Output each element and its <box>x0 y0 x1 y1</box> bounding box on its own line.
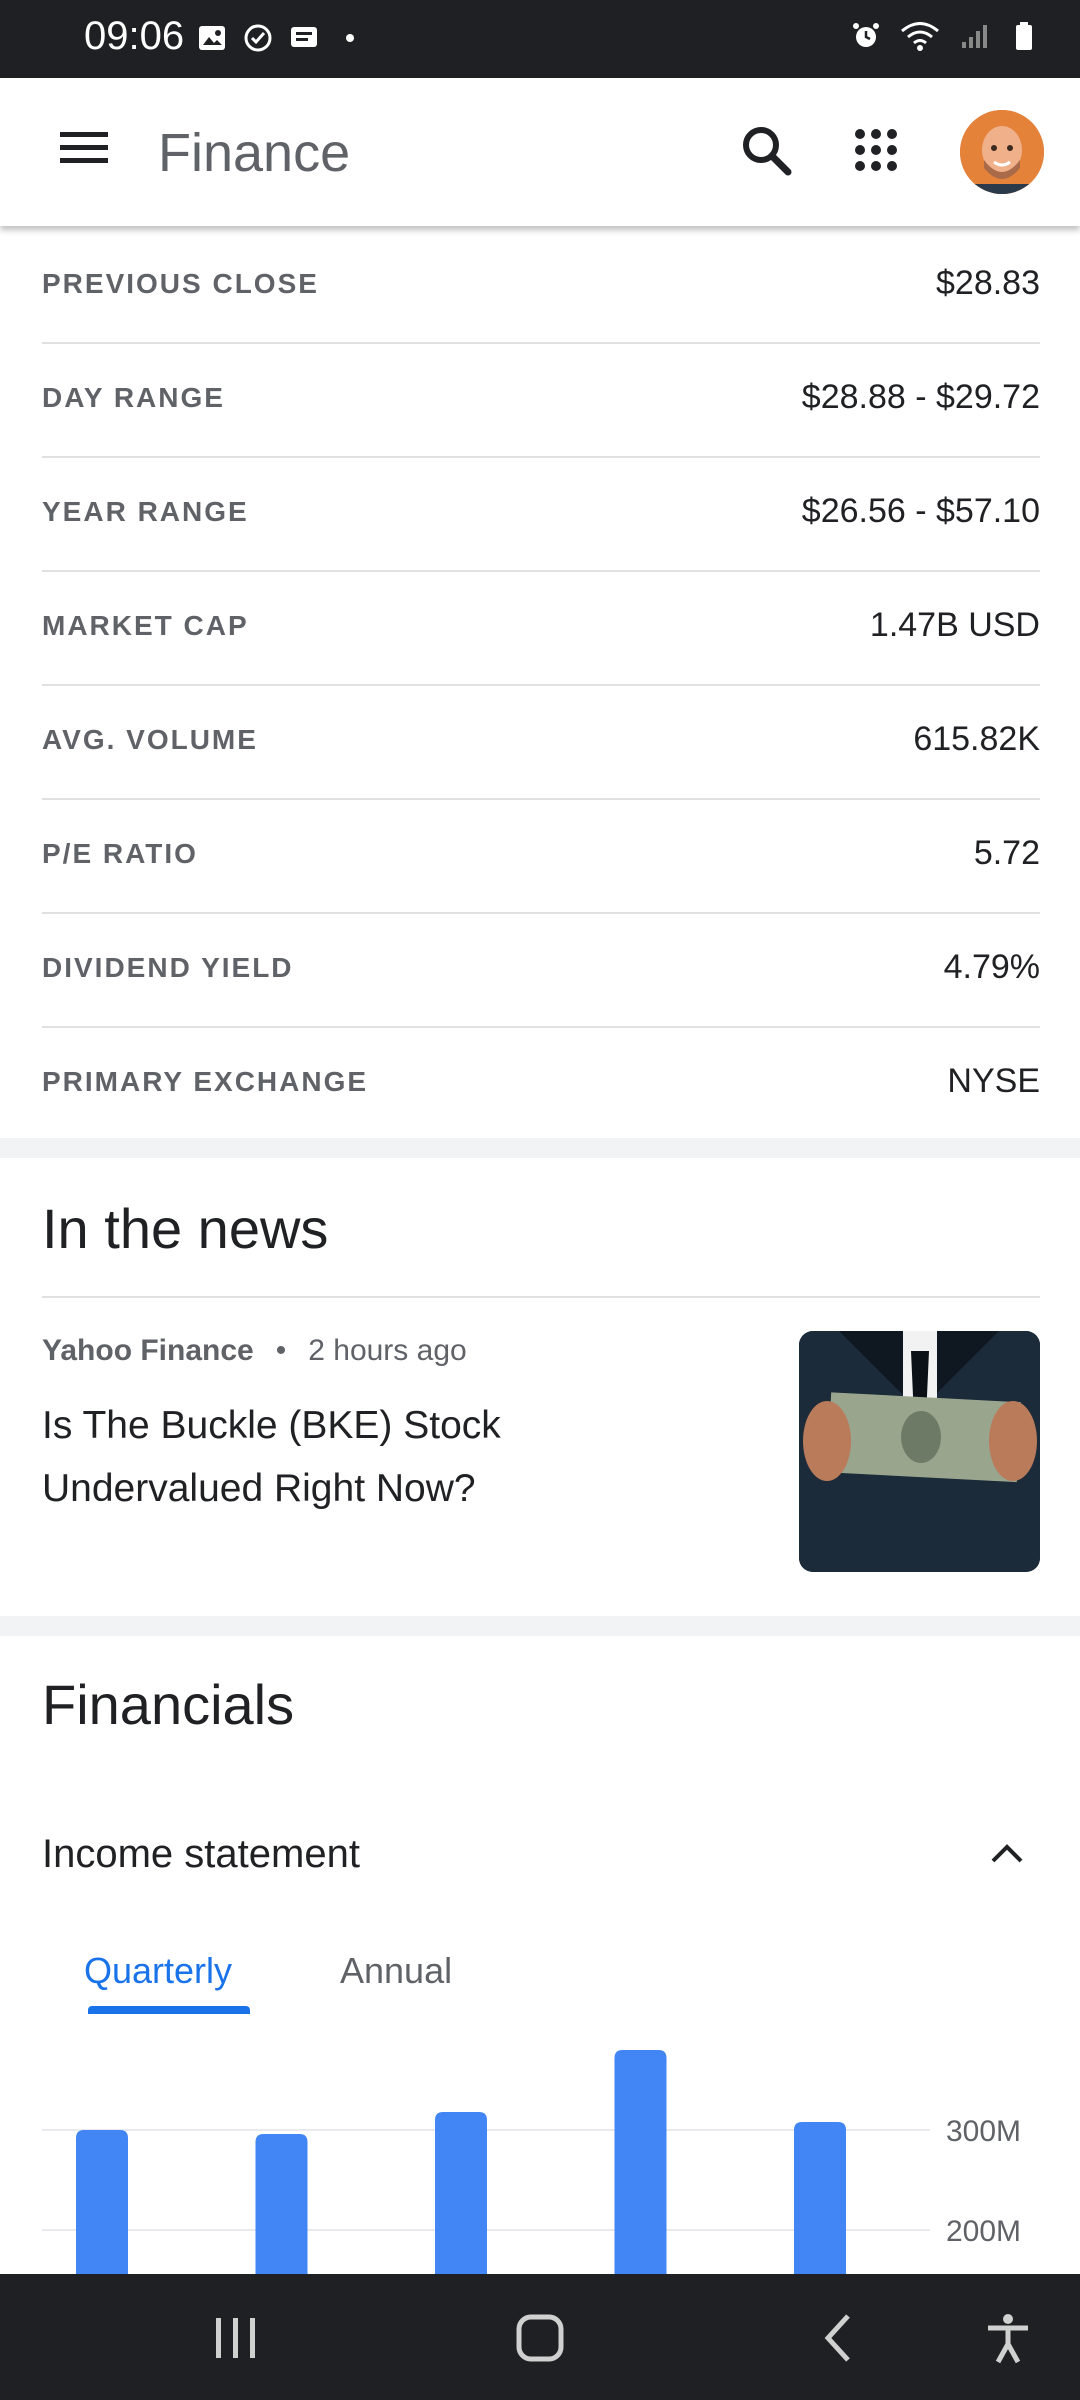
signal-icon <box>962 25 987 48</box>
back-icon[interactable] <box>812 2310 868 2366</box>
notification-icons <box>196 22 366 54</box>
accessibility-icon[interactable] <box>980 2310 1036 2366</box>
tab-annual[interactable]: Annual <box>340 1950 452 1992</box>
money-photo-icon <box>799 1331 1040 1572</box>
news-meta: Yahoo Finance • 2 hours ago <box>42 1334 467 1368</box>
stat-label: DAY RANGE <box>42 382 225 413</box>
financials-title: Financials <box>42 1673 295 1736</box>
stat-row: YEAR RANGE $26.56 - $57.10 <box>42 458 1040 572</box>
stat-value: 1.47B USD <box>869 606 1040 644</box>
stat-row: AVG. VOLUME 615.82K <box>42 686 1040 800</box>
news-separator: • <box>275 1334 287 1367</box>
stat-row: DIVIDEND YIELD 4.79% <box>42 914 1040 1028</box>
section-divider <box>0 1616 1080 1636</box>
gallery-icon <box>199 26 225 50</box>
stat-value: $26.56 - $57.10 <box>801 492 1040 530</box>
message-icon <box>291 27 317 47</box>
stat-row: PREVIOUS CLOSE $28.83 <box>42 230 1040 344</box>
stat-label: AVG. VOLUME <box>42 724 258 755</box>
stat-value: 615.82K <box>913 720 1040 758</box>
stat-label: P/E RATIO <box>42 838 198 869</box>
alarm-icon <box>853 23 879 47</box>
menu-icon[interactable] <box>58 128 110 168</box>
status-bar: 09:06 <box>0 0 1080 78</box>
key-stats-table: PREVIOUS CLOSE $28.83 DAY RANGE $28.88 -… <box>42 230 1040 1140</box>
news-section-title: In the news <box>42 1197 329 1260</box>
system-icons <box>850 20 1040 52</box>
stat-value: NYSE <box>947 1062 1040 1100</box>
apps-grid-icon[interactable] <box>852 126 900 174</box>
stat-value: 5.72 <box>973 834 1040 872</box>
app-bar: Finance <box>0 78 1080 226</box>
tab-quarterly[interactable]: Quarterly <box>84 1950 232 1992</box>
stat-value: 4.79% <box>943 948 1040 986</box>
chevron-up-icon[interactable] <box>990 1840 1024 1864</box>
y-tick-label: 300M <box>946 2115 1021 2148</box>
stat-row: P/E RATIO 5.72 <box>42 800 1040 914</box>
status-time: 09:06 <box>84 14 185 58</box>
stat-value: $28.83 <box>936 264 1040 302</box>
section-divider <box>0 1138 1080 1158</box>
stat-row: MARKET CAP 1.47B USD <box>42 572 1040 686</box>
news-headline-link[interactable]: Is The Buckle (BKE) Stock Undervalued Ri… <box>42 1394 602 1520</box>
battery-icon <box>1016 22 1032 50</box>
income-chart: 300M 200M <box>42 2050 1021 2274</box>
search-icon[interactable] <box>738 122 794 178</box>
recent-apps-icon[interactable] <box>208 2310 264 2366</box>
chart-bar[interactable] <box>794 2122 846 2274</box>
avatar-face-icon <box>960 110 1044 194</box>
account-avatar[interactable] <box>960 110 1044 194</box>
divider <box>42 1296 1040 1298</box>
news-time: 2 hours ago <box>308 1334 467 1367</box>
income-statement-header[interactable]: Income statement <box>42 1832 360 1877</box>
stat-label: PREVIOUS CLOSE <box>42 268 319 299</box>
stat-value: $28.88 - $29.72 <box>801 378 1040 416</box>
navigation-bar <box>0 2274 1080 2400</box>
stat-label: MARKET CAP <box>42 610 249 641</box>
news-source: Yahoo Finance <box>42 1334 254 1367</box>
chart-bar[interactable] <box>255 2134 308 2274</box>
wifi-icon <box>901 22 939 51</box>
task-check-icon <box>244 24 272 52</box>
app-title: Finance <box>158 123 351 183</box>
home-icon[interactable] <box>512 2310 568 2366</box>
chart-bar[interactable] <box>76 2130 128 2274</box>
chart-bar[interactable] <box>614 2050 667 2274</box>
dot-icon <box>346 34 354 42</box>
stat-label: PRIMARY EXCHANGE <box>42 1066 369 1097</box>
stat-row: DAY RANGE $28.88 - $29.72 <box>42 344 1040 458</box>
news-thumbnail[interactable] <box>799 1331 1040 1572</box>
y-tick-label: 200M <box>946 2215 1021 2248</box>
stat-label: DIVIDEND YIELD <box>42 952 294 983</box>
chart-bar[interactable] <box>435 2112 487 2274</box>
active-tab-indicator <box>88 2006 250 2014</box>
stat-row: PRIMARY EXCHANGE NYSE <box>42 1028 1040 1140</box>
stat-label: YEAR RANGE <box>42 496 249 527</box>
